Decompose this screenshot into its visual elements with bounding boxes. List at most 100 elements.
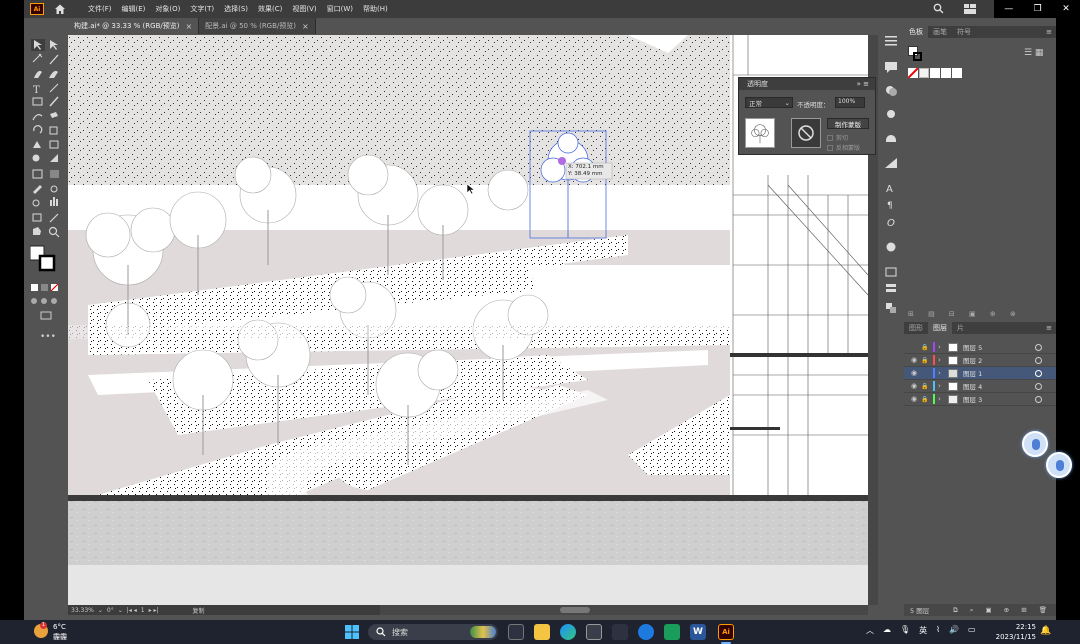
layer-row[interactable]: ◉ 🔒 › 图层 2 [904,354,1056,367]
chevron-up-icon[interactable]: ︿ [866,625,874,636]
none-swatch[interactable] [908,68,918,78]
cloud-icon[interactable]: ☁ [883,625,891,636]
expand-chevron-icon[interactable]: › [938,382,946,390]
windows-start-icon[interactable] [345,625,359,639]
eye-icon[interactable]: ◉ [909,395,919,403]
battery-icon[interactable]: ▭ [968,625,976,636]
tab-brushes[interactable]: 画笔 [928,26,952,38]
menu-window[interactable]: 窗口(W) [327,4,353,14]
menu-select[interactable]: 选择(S) [224,4,248,14]
close-icon[interactable]: ✕ [1062,4,1070,14]
weather-widget[interactable]: 1 6°C 霾霾 [34,622,84,642]
menu-edit[interactable]: 编辑(E) [122,4,146,14]
edge-browser-icon[interactable] [560,624,576,640]
tab-document-1[interactable]: 构建.ai* @ 33.33 % (RGB/预览) × [68,18,200,34]
prev-artboard-icon[interactable]: |◂ ◂ [127,607,137,614]
file-explorer-icon[interactable] [534,624,550,640]
menu-view[interactable]: 视图(V) [292,4,316,14]
menu-effect[interactable]: 效果(C) [258,4,282,14]
close-tab-icon[interactable]: × [302,22,309,31]
invert-mask-checkbox[interactable]: 反相蒙版 [827,143,860,152]
store-icon[interactable] [586,624,602,640]
menu-file[interactable]: 文件(F) [88,4,112,14]
zoom-level[interactable]: 33.33% [71,607,94,614]
layer-row[interactable]: 🔒 › 图层 5 [904,341,1056,354]
minimize-icon[interactable]: — [1004,4,1013,14]
lock-icon[interactable]: 🔒 [921,357,931,364]
chevron-down-icon[interactable]: ⌄ [118,607,123,614]
expand-chevron-icon[interactable]: › [938,395,946,403]
layer-action-icons[interactable]: ⧉ ⌕ ▣ ⊕ ⊞ 🗑 [953,606,1052,615]
clip-checkbox[interactable]: 剪切 [827,133,848,142]
expand-chevron-icon[interactable]: › [938,343,946,351]
layer-name[interactable]: 图层 2 [963,355,1035,365]
tab-document-2[interactable]: 配景.ai @ 50 % (RGB/预览) × [199,18,316,34]
clock[interactable]: 22:15 2023/11/15 [992,622,1036,642]
layer-name[interactable]: 图层 4 [963,381,1035,391]
panel-menu-icon[interactable]: ≡ [1046,28,1052,36]
stroke-swatch[interactable] [913,52,922,61]
wifi-icon[interactable]: ⌇ [936,625,940,636]
target-icon[interactable] [1035,356,1042,364]
tab-swatches[interactable]: 色板 [904,26,928,38]
target-icon[interactable] [1035,369,1042,377]
word-icon[interactable]: W [690,624,706,640]
floating-assistant-icon[interactable] [1022,431,1048,457]
scroll-thumb[interactable] [560,607,590,613]
lock-icon[interactable]: 🔒 [921,344,931,351]
layer-name[interactable]: 图层 1 [963,368,1035,378]
expand-chevron-icon[interactable]: › [938,369,946,377]
horizontal-scrollbar[interactable] [380,605,868,615]
target-icon[interactable] [1035,343,1042,351]
layer-row-selected[interactable]: ◉ › 图层 1 [904,367,1056,380]
taskbar-search[interactable]: 搜索 [368,624,498,640]
eye-icon[interactable]: ◉ [909,369,919,377]
swatch-footer-icons[interactable]: ⊞ ▤ ⊟ ▣ ⊕ ⊗ [908,310,1022,318]
menu-object[interactable]: 对象(O) [155,4,180,14]
expand-chevron-icon[interactable]: › [938,356,946,364]
rotation-value[interactable]: 0° [107,607,114,614]
white-swatch[interactable] [952,68,962,78]
layer-row[interactable]: ◉ 🔒 › 图层 4 [904,380,1056,393]
search-icon[interactable] [933,3,944,14]
next-artboard-icon[interactable]: ▸ ▸| [149,607,159,614]
eye-icon[interactable]: ◉ [909,356,919,364]
ime-indicator[interactable]: 英 [919,625,927,636]
close-tab-icon[interactable]: × [185,22,192,31]
browser-icon[interactable] [638,624,654,640]
layer-name[interactable]: 图层 3 [963,394,1035,404]
target-icon[interactable] [1035,395,1042,403]
white-swatch[interactable] [941,68,951,78]
opacity-input[interactable]: 100% [835,97,865,108]
microphone-icon[interactable]: 🎙 [900,625,910,636]
volume-icon[interactable]: 🔊 [949,625,959,636]
maximize-icon[interactable]: ❐ [1034,4,1042,14]
eye-icon[interactable]: ◉ [909,382,919,390]
lock-icon[interactable]: 🔒 [921,396,931,403]
panel-menu-icon[interactable]: ≡ [1046,324,1052,332]
panel-menu-icon[interactable]: » ≡ [857,80,869,88]
layer-name[interactable]: 图层 5 [963,342,1035,352]
home-icon[interactable] [54,3,66,15]
floating-assistant-icon[interactable] [1046,452,1072,478]
blend-mode-select[interactable]: 正常 ⌄ [745,97,793,108]
app-icon[interactable] [612,624,628,640]
chat-app-icon[interactable] [664,624,680,640]
more-tools-icon[interactable]: ••• [40,332,56,342]
menu-help[interactable]: 帮助(H) [363,4,388,14]
chevron-down-icon[interactable]: ⌄ [98,607,103,614]
mask-thumbnail[interactable] [791,118,821,148]
registration-swatch[interactable] [919,68,929,78]
tab-graphics[interactable]: 图形 [904,322,928,334]
list-view-icon[interactable]: ☰ ▦ [1024,48,1043,58]
tab-symbols[interactable]: 符号 [952,26,976,38]
artboard-number[interactable]: 1 [141,607,145,614]
white-swatch[interactable] [930,68,940,78]
tab-layers[interactable]: 图层 [928,322,952,334]
target-icon[interactable] [1035,382,1042,390]
illustrator-taskbar-icon[interactable]: Ai [718,624,734,640]
make-mask-button[interactable]: 制作蒙版 [827,118,869,129]
lock-icon[interactable]: 🔒 [921,383,931,390]
menu-type[interactable]: 文字(T) [190,4,214,14]
workspace-icon[interactable] [964,4,976,14]
